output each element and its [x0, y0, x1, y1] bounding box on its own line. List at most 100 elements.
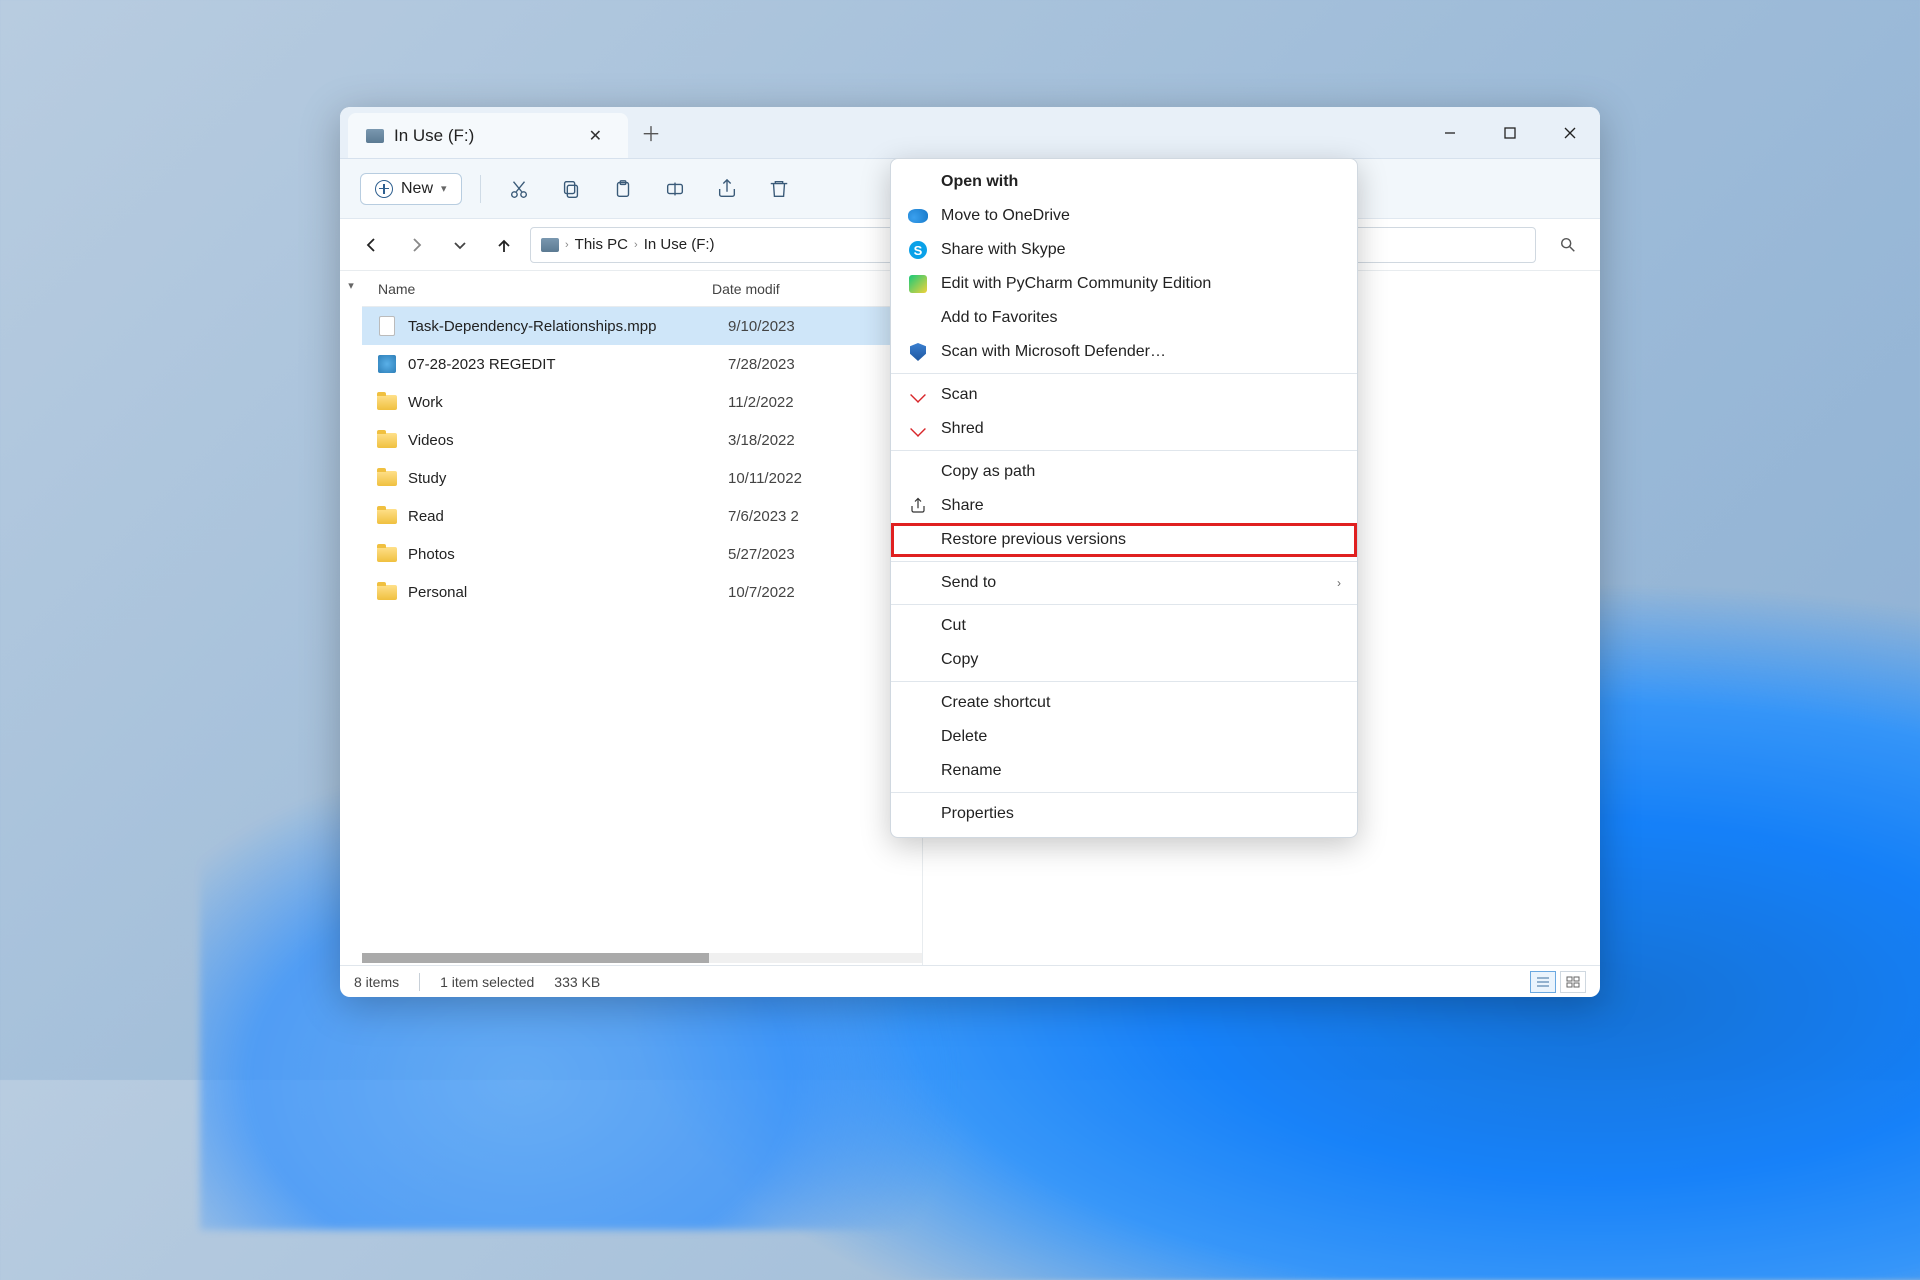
cm-copy-path[interactable]: Copy as path [891, 455, 1357, 489]
file-date: 3/18/2022 [728, 432, 795, 449]
plus-icon [375, 180, 393, 198]
mcafee-icon [910, 387, 926, 403]
context-menu: Open with Move to OneDrive SShare with S… [890, 158, 1358, 838]
file-row[interactable]: 07-28-2023 REGEDIT7/28/2023 [362, 345, 922, 383]
folder-icon [377, 433, 397, 448]
cm-delete[interactable]: Delete [891, 720, 1357, 754]
maximize-button[interactable] [1480, 107, 1540, 158]
copy-button[interactable] [551, 169, 591, 209]
file-rows: Task-Dependency-Relationships.mpp9/10/20… [362, 307, 922, 953]
share-icon [907, 495, 929, 517]
file-row[interactable]: Videos3/18/2022 [362, 421, 922, 459]
cm-copy[interactable]: Copy [891, 643, 1357, 677]
file-row[interactable]: Work11/2/2022 [362, 383, 922, 421]
cm-properties[interactable]: Properties [891, 797, 1357, 831]
file-name: Work [408, 394, 728, 411]
cm-scan-defender[interactable]: Scan with Microsoft Defender… [891, 335, 1357, 369]
cm-cut[interactable]: Cut [891, 609, 1357, 643]
cm-edit-pycharm[interactable]: Edit with PyCharm Community Edition [891, 267, 1357, 301]
chevron-down-icon: ▾ [441, 182, 447, 195]
cm-separator [891, 450, 1357, 451]
nav-forward-button[interactable] [398, 227, 434, 263]
status-size: 333 KB [554, 974, 600, 990]
folder-icon [377, 471, 397, 486]
scrollbar-thumb[interactable] [362, 953, 709, 963]
chevron-right-icon: › [1337, 576, 1341, 590]
cm-separator [891, 373, 1357, 374]
file-date: 10/11/2022 [728, 470, 802, 487]
folder-icon [377, 395, 397, 410]
file-name: Task-Dependency-Relationships.mpp [408, 318, 728, 335]
column-headers: Name Date modif [362, 271, 922, 307]
folder-icon [377, 509, 397, 524]
nav-back-button[interactable] [354, 227, 390, 263]
tab-title: In Use (F:) [394, 126, 474, 146]
share-button[interactable] [707, 169, 747, 209]
file-row[interactable]: Read7/6/2023 2 [362, 497, 922, 535]
tab-active[interactable]: In Use (F:) ✕ [348, 113, 628, 158]
file-row[interactable]: Study10/11/2022 [362, 459, 922, 497]
chevron-down-icon[interactable]: ▾ [348, 279, 354, 292]
delete-button[interactable] [759, 169, 799, 209]
nav-up-button[interactable] [486, 227, 522, 263]
file-row[interactable]: Photos5/27/2023 [362, 535, 922, 573]
window-close-button[interactable] [1540, 107, 1600, 158]
cm-separator [891, 561, 1357, 562]
window-controls [1420, 107, 1600, 158]
rename-button[interactable] [655, 169, 695, 209]
status-separator [419, 973, 420, 991]
file-date: 10/7/2022 [728, 584, 795, 601]
file-date: 7/6/2023 2 [728, 508, 799, 525]
cm-move-onedrive[interactable]: Move to OneDrive [891, 199, 1357, 233]
nav-history-button[interactable] [442, 227, 478, 263]
new-label: New [401, 180, 433, 198]
file-row[interactable]: Task-Dependency-Relationships.mpp9/10/20… [362, 307, 922, 345]
cm-create-shortcut[interactable]: Create shortcut [891, 686, 1357, 720]
cm-send-to[interactable]: Send to› [891, 566, 1357, 600]
search-button[interactable] [1550, 227, 1586, 263]
paste-button[interactable] [603, 169, 643, 209]
cm-scan[interactable]: Scan [891, 378, 1357, 412]
shield-icon [910, 343, 926, 361]
skype-icon: S [909, 241, 927, 259]
folder-icon [377, 547, 397, 562]
file-name: Photos [408, 546, 728, 563]
new-button[interactable]: New ▾ [360, 173, 462, 205]
view-buttons [1530, 971, 1586, 993]
view-details-button[interactable] [1530, 971, 1556, 993]
mcafee-icon [910, 421, 926, 437]
cm-share-skype[interactable]: SShare with Skype [891, 233, 1357, 267]
cm-add-favorites[interactable]: Add to Favorites [891, 301, 1357, 335]
tab-add-button[interactable]: ＋ [628, 107, 674, 158]
file-date: 9/10/2023 [728, 318, 795, 335]
cut-button[interactable] [499, 169, 539, 209]
view-icons-button[interactable] [1560, 971, 1586, 993]
column-name[interactable]: Name [362, 281, 712, 297]
toolbar-separator [480, 175, 481, 203]
breadcrumb-current[interactable]: In Use (F:) [644, 236, 715, 253]
file-row[interactable]: Personal10/7/2022 [362, 573, 922, 611]
cm-open-with[interactable]: Open with [891, 165, 1357, 199]
file-name: Study [408, 470, 728, 487]
cm-rename[interactable]: Rename [891, 754, 1357, 788]
onedrive-icon [908, 209, 928, 223]
cm-restore-previous-versions[interactable]: Restore previous versions [891, 523, 1357, 557]
horizontal-scrollbar[interactable] [362, 953, 922, 963]
chevron-right-icon: › [634, 239, 638, 251]
cm-separator [891, 792, 1357, 793]
status-bar: 8 items 1 item selected 333 KB [340, 965, 1600, 997]
tab-close-button[interactable]: ✕ [581, 122, 610, 150]
registry-icon [378, 355, 396, 373]
file-name: Read [408, 508, 728, 525]
cm-share[interactable]: Share [891, 489, 1357, 523]
minimize-button[interactable] [1420, 107, 1480, 158]
pycharm-icon [909, 275, 927, 293]
chevron-right-icon: › [565, 239, 569, 251]
folder-icon [377, 585, 397, 600]
drive-icon [541, 238, 559, 252]
status-item-count: 8 items [354, 974, 399, 990]
status-selection: 1 item selected [440, 974, 534, 990]
breadcrumb-root[interactable]: This PC [575, 236, 628, 253]
cm-shred[interactable]: Shred [891, 412, 1357, 446]
file-icon [379, 316, 395, 336]
